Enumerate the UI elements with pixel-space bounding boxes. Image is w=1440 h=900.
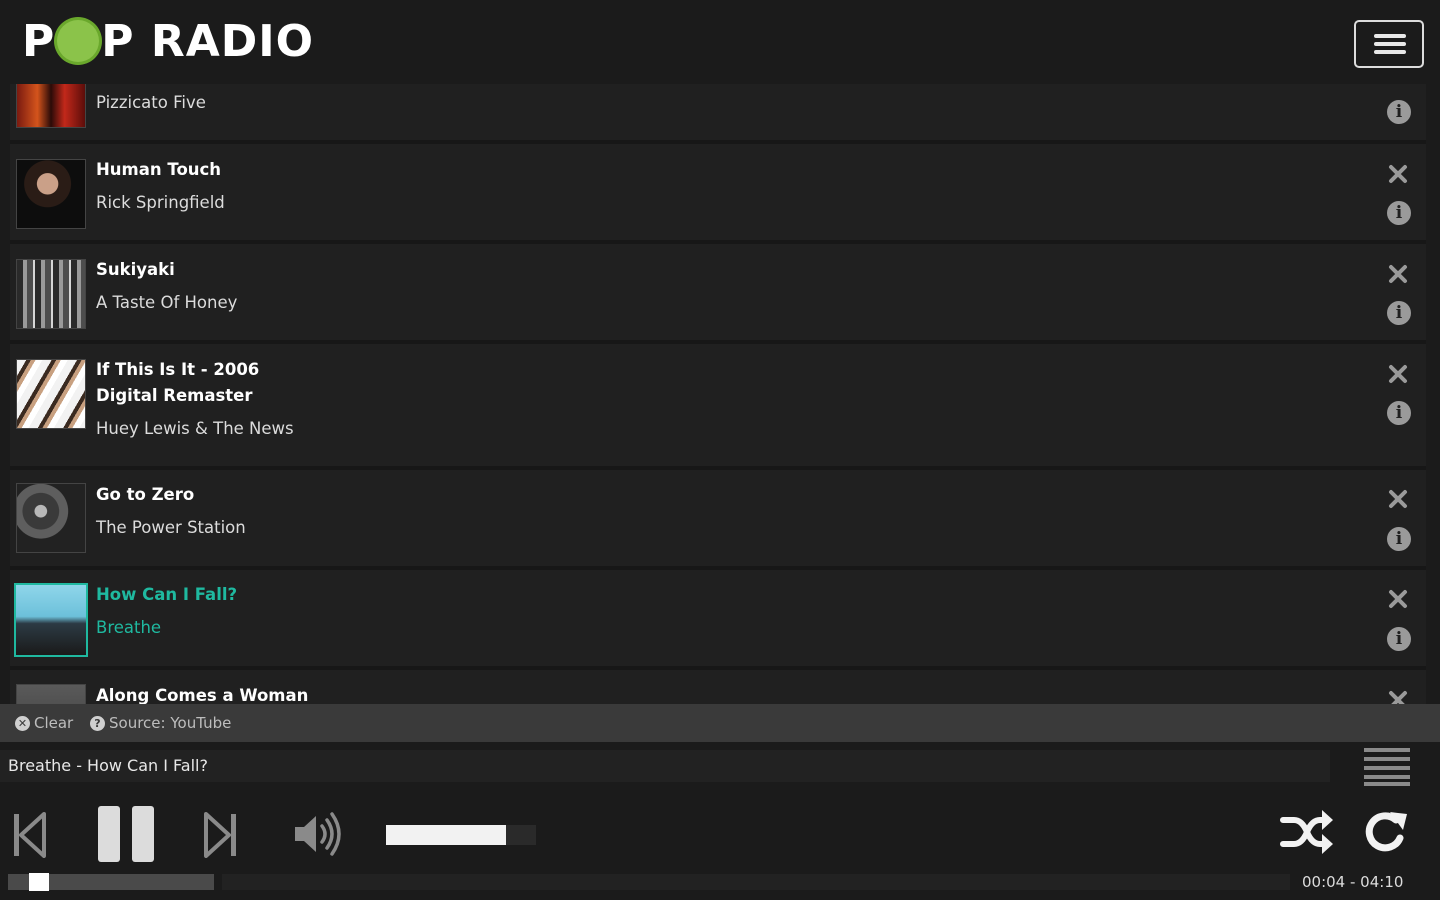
close-icon[interactable] bbox=[1388, 164, 1408, 184]
track-row[interactable]: Human Touch Rick Springfield i bbox=[10, 144, 1426, 244]
album-art bbox=[14, 583, 88, 657]
source-button[interactable]: ? Source: YouTube bbox=[90, 704, 231, 742]
track-row[interactable]: If This Is It - 2006 Digital Remaster Hu… bbox=[10, 344, 1426, 470]
help-icon: ? bbox=[90, 715, 105, 731]
menu-icon bbox=[1374, 34, 1406, 38]
logo-text: PP RADIO bbox=[22, 16, 315, 67]
album-art bbox=[16, 483, 86, 553]
next-icon[interactable] bbox=[204, 812, 238, 858]
info-icon[interactable]: i bbox=[1387, 301, 1411, 325]
clear-button[interactable]: ✕ Clear bbox=[15, 704, 73, 742]
volume-level bbox=[386, 825, 506, 845]
close-icon[interactable] bbox=[1388, 364, 1408, 384]
playlist-icon bbox=[1364, 748, 1410, 752]
track-artist: Breathe bbox=[96, 618, 162, 637]
menu-button[interactable] bbox=[1354, 20, 1424, 68]
now-playing-text: Breathe - How Can I Fall? bbox=[8, 756, 208, 775]
close-icon[interactable] bbox=[1388, 589, 1408, 609]
now-playing-bar: Breathe - How Can I Fall? bbox=[0, 750, 1330, 782]
clear-icon: ✕ bbox=[15, 715, 30, 731]
track-artist: Pizzicato Five bbox=[96, 93, 206, 112]
pause-icon[interactable] bbox=[96, 804, 158, 864]
track-title: Sukiyaki bbox=[96, 260, 175, 279]
repeat-icon[interactable] bbox=[1362, 808, 1410, 856]
track-artist: Huey Lewis & The News bbox=[96, 419, 294, 438]
shuffle-icon[interactable] bbox=[1280, 808, 1334, 856]
playlist: Pizzicato Five i Human Touch Rick Spring… bbox=[0, 0, 1440, 704]
album-art bbox=[16, 259, 86, 329]
info-icon[interactable]: i bbox=[1387, 100, 1411, 124]
player: Breathe - How Can I Fall? 00:04 - 04:10 bbox=[0, 742, 1440, 900]
logo-dot bbox=[57, 20, 100, 62]
time-readout: 00:04 - 04:10 bbox=[1302, 873, 1404, 891]
info-icon[interactable]: i bbox=[1387, 627, 1411, 651]
album-art bbox=[16, 684, 86, 704]
track-title: If This Is It - 2006 Digital Remaster bbox=[96, 360, 260, 405]
track-artist: Rick Springfield bbox=[96, 193, 225, 212]
close-icon[interactable] bbox=[1388, 264, 1408, 284]
track-title: Human Touch bbox=[96, 160, 222, 179]
volume-slider[interactable] bbox=[386, 825, 536, 845]
track-artist: The Power Station bbox=[96, 518, 246, 537]
playlist-toggle-button[interactable] bbox=[1364, 748, 1410, 786]
track-row[interactable]: Go to Zero The Power Station i bbox=[10, 470, 1426, 570]
clear-label: Clear bbox=[34, 714, 74, 732]
progress-track bbox=[222, 874, 1290, 890]
close-icon[interactable] bbox=[1388, 489, 1408, 509]
info-icon[interactable]: i bbox=[1387, 527, 1411, 551]
previous-icon[interactable] bbox=[12, 812, 46, 858]
app-header: PP RADIO bbox=[0, 0, 1440, 88]
album-art bbox=[16, 359, 86, 429]
track-row-active[interactable]: How Can I Fall? Breathe i bbox=[10, 570, 1426, 670]
source-label: Source: YouTube bbox=[109, 714, 232, 732]
track-row[interactable]: Sukiyaki A Taste Of Honey i bbox=[10, 244, 1426, 344]
track-title: How Can I Fall? bbox=[96, 585, 238, 604]
info-icon[interactable]: i bbox=[1387, 201, 1411, 225]
seek-bar[interactable] bbox=[0, 872, 1290, 892]
track-row[interactable]: Along Comes a Woman bbox=[10, 670, 1426, 704]
album-art bbox=[16, 159, 86, 229]
info-icon[interactable]: i bbox=[1387, 401, 1411, 425]
app-logo[interactable]: PP RADIO bbox=[22, 14, 314, 70]
track-title: Go to Zero bbox=[96, 485, 195, 504]
close-icon[interactable] bbox=[1388, 690, 1408, 704]
volume-icon[interactable] bbox=[292, 812, 344, 856]
track-artist: A Taste Of Honey bbox=[96, 293, 238, 312]
playlist-toolbar: ✕ Clear ? Source: YouTube bbox=[0, 704, 1440, 742]
track-title: Along Comes a Woman bbox=[96, 686, 309, 704]
seek-handle[interactable] bbox=[29, 873, 49, 891]
